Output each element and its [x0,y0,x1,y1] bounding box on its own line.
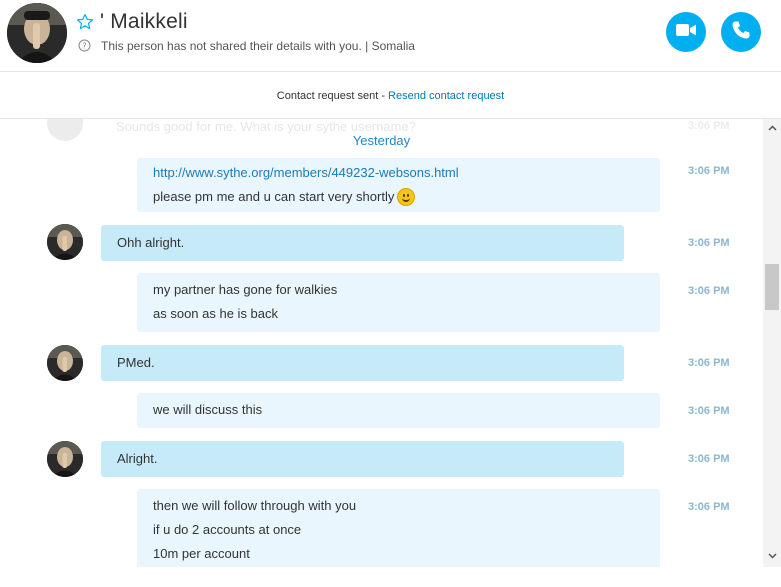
message-text: please pm me and u can start very shortl… [153,189,395,204]
chevron-up-icon [767,125,777,131]
scroll-down-button[interactable] [763,547,781,565]
info-icon: ? [78,39,91,52]
message-time: 3:06 PM [688,357,730,369]
chevron-down-icon [767,553,777,559]
message-text: PMed. [117,355,155,370]
contact-avatar-small[interactable] [47,441,83,477]
contact-avatar-small[interactable] [47,345,83,381]
faded-message-time: 3:06 PM [688,120,730,132]
conversation-header: ' Maikkeli ? This person has not shared … [0,0,781,72]
contact-request-text: Contact request sent - [276,90,389,102]
message-time: 3:06 PM [688,405,730,417]
message-time: 3:06 PM [688,453,730,465]
conversation-scrollbar[interactable] [763,119,781,567]
contact-subtitle: This person has not shared their details… [101,39,415,53]
scroll-thumb[interactable] [765,264,779,310]
favorite-star-icon[interactable] [76,13,94,31]
message-text: Ohh alright. [117,235,185,250]
message-text: Alright. [117,451,158,466]
outgoing-message[interactable]: then we will follow through with you if … [137,489,660,567]
phone-icon [731,20,751,45]
message-list[interactable]: Sounds good for me. What is your sythe u… [0,119,763,567]
resend-contact-request-link[interactable]: Resend contact request [388,90,504,102]
message-text: then we will follow through with you [153,498,357,513]
message-time: 3:06 PM [688,237,730,249]
message-time: 3:06 PM [688,165,730,177]
message-text: if u do 2 accounts at once [153,522,302,537]
contact-avatar[interactable] [7,3,67,63]
message-link[interactable]: http://www.sythe.org/members/449232-webs… [153,165,459,180]
smiley-emoji-icon [397,188,416,206]
audio-call-button[interactable] [721,12,761,52]
outgoing-message[interactable]: my partner has gone for walkies as soon … [137,273,660,332]
contact-avatar-small[interactable] [47,224,83,260]
svg-text:?: ? [82,42,86,51]
outgoing-message[interactable]: http://www.sythe.org/members/449232-webs… [137,158,660,212]
message-text: we will discuss this [153,402,263,417]
video-call-button[interactable] [666,12,706,52]
message-time: 3:06 PM [688,501,730,513]
contact-request-bar: Contact request sent - Resend contact re… [0,73,781,119]
incoming-message[interactable]: Ohh alright. [101,225,624,261]
message-text: 10m per account [153,546,250,561]
incoming-message[interactable]: Alright. [101,441,624,477]
message-time: 3:06 PM [688,285,730,297]
message-text: as soon as he is back [153,306,279,321]
message-text: my partner has gone for walkies [153,282,338,297]
video-camera-icon [676,23,696,42]
scroll-up-button[interactable] [763,119,781,137]
contact-name: ' Maikkeli [100,10,188,33]
faded-message-text: Sounds good for me. What is your sythe u… [116,119,416,134]
date-separator: Yesterday [352,133,411,148]
outgoing-message[interactable]: we will discuss this [137,393,660,428]
incoming-message[interactable]: PMed. [101,345,624,381]
